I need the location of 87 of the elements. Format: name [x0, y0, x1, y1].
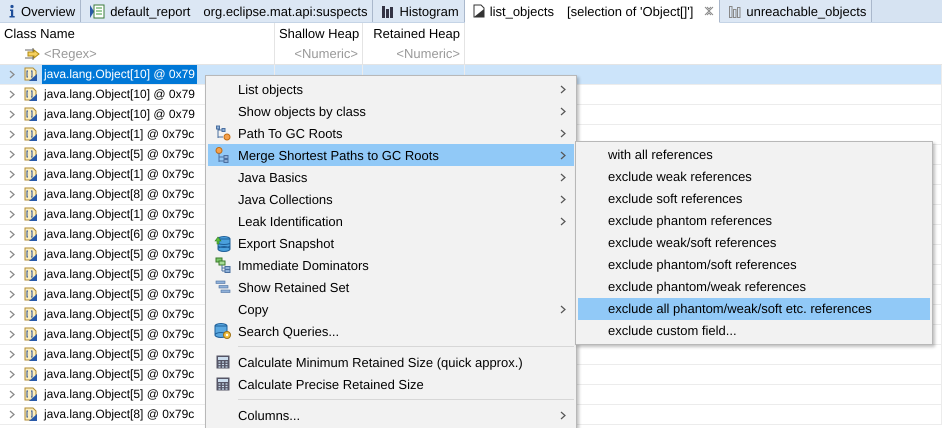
class-name[interactable]: java.lang.Object[8] @ 0x79c: [42, 185, 196, 204]
class-name[interactable]: java.lang.Object[5] @ 0x79c: [42, 285, 196, 304]
class-name[interactable]: java.lang.Object[1] @ 0x79c: [42, 205, 196, 224]
database-icon: [214, 234, 232, 252]
column-header[interactable]: Shallow Heap: [275, 23, 363, 44]
chevron-icon: [9, 350, 15, 359]
array-object-icon: [24, 347, 38, 362]
class-name[interactable]: java.lang.Object[5] @ 0x79c: [42, 345, 196, 364]
class-name[interactable]: java.lang.Object[5] @ 0x79c: [42, 265, 196, 284]
chevron-icon: [9, 90, 15, 99]
tree-icon: [215, 257, 231, 273]
lines-icon: [215, 280, 231, 294]
class-name[interactable]: java.lang.Object[5] @ 0x79c: [42, 245, 196, 264]
chevron-icon: [9, 370, 15, 379]
tab[interactable]: list_objects [selection of 'Object[]']: [464, 0, 720, 23]
tab[interactable]: default_report org.eclipse.mat.api:suspects: [81, 0, 374, 22]
tab[interactable]: Overview: [0, 0, 82, 22]
chevron-icon: [9, 290, 15, 299]
database-gear-icon: [214, 322, 232, 340]
tree-icon: [215, 147, 231, 163]
menu-item[interactable]: exclude weak/soft references: [578, 232, 930, 254]
menu-item[interactable]: Merge Shortest Paths to GC Roots: [208, 144, 574, 166]
chevron-icon: [9, 250, 15, 259]
class-name[interactable]: java.lang.Object[6] @ 0x79c: [42, 225, 196, 244]
class-name[interactable]: java.lang.Object[5] @ 0x79c: [42, 145, 196, 164]
chevron-icon: [9, 210, 15, 219]
menu-item[interactable]: exclude soft references: [578, 188, 930, 210]
class-name[interactable]: java.lang.Object[5] @ 0x79c: [42, 365, 196, 384]
report-icon: [89, 4, 106, 18]
info-icon: [8, 4, 16, 18]
array-object-icon: [24, 187, 38, 202]
chevron-icon: [9, 110, 15, 119]
chevron-icon: [9, 150, 15, 159]
menu-item[interactable]: exclude phantom/weak references: [578, 276, 930, 298]
chevron-icon: [9, 230, 15, 239]
array-object-icon: [24, 207, 38, 222]
calculator-icon: [216, 377, 230, 391]
class-name[interactable]: java.lang.Object[5] @ 0x79c: [42, 385, 196, 404]
document-icon: [472, 4, 485, 18]
chevron-icon: [9, 70, 15, 79]
chevron-icon: [9, 310, 15, 319]
array-object-icon: [24, 67, 38, 82]
array-object-icon: [24, 167, 38, 182]
chevron-icon: [9, 410, 15, 419]
chevron-icon: [9, 390, 15, 399]
array-object-icon: [24, 327, 38, 342]
bar-chart-icon: [728, 4, 742, 18]
close-icon[interactable]: [704, 6, 714, 16]
menu-item[interactable]: exclude custom field...: [578, 320, 930, 342]
class-name[interactable]: java.lang.Object[8] @ 0x79c: [42, 405, 196, 424]
array-object-icon: [24, 147, 38, 162]
class-name[interactable]: java.lang.Object[5] @ 0x79c: [42, 325, 196, 344]
array-object-icon: [24, 267, 38, 282]
menu-item[interactable]: exclude all phantom/weak/soft etc. references: [578, 298, 930, 320]
tree-icon: [215, 125, 231, 141]
chevron-icon: [9, 170, 15, 179]
class-name[interactable]: java.lang.Object[10] @ 0x79: [42, 85, 197, 104]
array-object-icon: [24, 227, 38, 242]
menu-item[interactable]: with all references: [578, 144, 930, 166]
class-name[interactable]: java.lang.Object[1] @ 0x79c: [42, 165, 196, 184]
menu-item[interactable]: exclude phantom references: [578, 210, 930, 232]
chevron-icon: [9, 330, 15, 339]
array-object-icon: [24, 307, 38, 322]
column-header[interactable]: Retained Heap: [363, 23, 465, 44]
array-object-icon: [24, 87, 38, 102]
array-object-icon: [24, 247, 38, 262]
array-object-icon: [24, 367, 38, 382]
bar-chart-icon: [381, 4, 394, 18]
class-name[interactable]: java.lang.Object[5] @ 0x79c: [42, 305, 196, 324]
class-name[interactable]: java.lang.Object[10] @ 0x79: [42, 105, 197, 124]
class-name[interactable]: java.lang.Object[1] @ 0x79c: [42, 125, 196, 144]
chevron-icon: [9, 190, 15, 199]
array-object-icon: [24, 127, 38, 142]
tab[interactable]: Histogram: [373, 0, 465, 22]
array-object-icon: [24, 287, 38, 302]
array-object-icon: [24, 107, 38, 122]
menu-item[interactable]: exclude weak references: [578, 166, 930, 188]
chevron-icon: [9, 130, 15, 139]
menu-item[interactable]: exclude phantom/soft references: [578, 254, 930, 276]
class-name[interactable]: java.lang.Object[10] @ 0x79: [42, 65, 197, 84]
chevron-icon: [9, 270, 15, 279]
column-header[interactable]: Class Name: [0, 23, 275, 44]
tab[interactable]: unreachable_objects: [720, 0, 872, 22]
array-object-icon: [24, 407, 38, 422]
array-object-icon: [24, 387, 38, 402]
filter-icon: [24, 47, 40, 61]
calculator-icon: [216, 355, 230, 369]
